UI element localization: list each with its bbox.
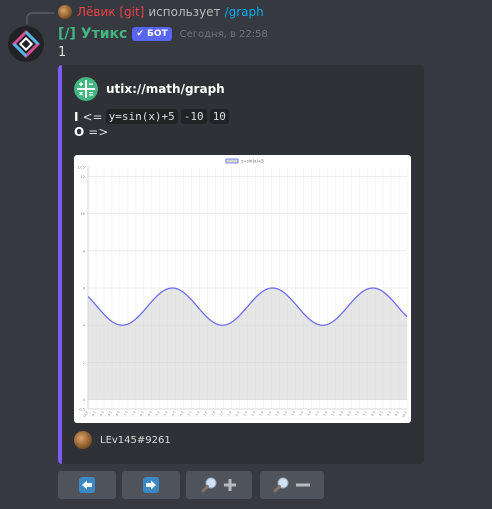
x-tick-label: 9.5: [394, 410, 400, 416]
x-tick-label: -6.0: [146, 410, 152, 417]
x-tick-label: 8.0: [370, 410, 376, 416]
output-arrow: =>: [88, 125, 109, 139]
input-arrow: <=: [82, 109, 103, 124]
x-tick-label: -6.5: [138, 410, 144, 417]
graph-chart: 024681012-0.512.5-10.0 -9.5 -9.0 -8.5 -8.0 -7…: [77, 158, 408, 419]
embed-author-name[interactable]: utix://math/graph: [106, 82, 225, 96]
x-tick-label: 5.5: [330, 410, 336, 416]
reply-text: использует: [148, 5, 221, 19]
input-xmin: -10: [180, 109, 207, 124]
reply-connector: [26, 12, 54, 24]
input-line: I <= y=sin(x)+5 -10 10: [74, 109, 229, 124]
message-timestamp: Сегодня, в 22:58: [179, 28, 268, 40]
x-tick-label: -10.0: [82, 410, 89, 419]
x-tick-label: 9.0: [386, 410, 392, 416]
input-xmax: 10: [209, 109, 229, 124]
zoom-out-button[interactable]: [260, 471, 324, 499]
arrow-right-icon: [143, 477, 159, 493]
y-tick-label: 4: [83, 324, 86, 328]
x-tick-label: 1.0: [258, 410, 264, 416]
x-tick-label: -4.5: [170, 410, 176, 417]
x-tick-label: 2.5: [282, 410, 288, 416]
input-label: I: [74, 109, 79, 124]
y-tick-label: 12: [81, 175, 85, 179]
y-tick-label: 0: [83, 398, 85, 402]
x-tick-label: 6.5: [346, 410, 352, 416]
x-tick-label: -9.0: [98, 410, 104, 417]
x-tick-label: -2.5: [202, 410, 208, 417]
y-tick-label: 12.5: [77, 166, 85, 170]
x-tick-label: -0.5: [234, 410, 240, 417]
footer-avatar: [74, 431, 92, 449]
reply-avatar[interactable]: [58, 5, 72, 19]
plus-icon: [224, 479, 236, 491]
y-tick-label: -0.5: [78, 408, 85, 412]
x-tick-label: 1.5: [266, 410, 272, 416]
x-tick-label: 10.0: [401, 410, 408, 418]
zoom-in-button[interactable]: [186, 471, 252, 499]
x-tick-label: 2.0: [274, 410, 280, 416]
embed: utix://math/graph I <= y=sin(x)+5 -10 10…: [58, 65, 424, 464]
output-line: O =>: [74, 125, 108, 139]
minus-icon: [296, 483, 310, 487]
message-content: 1: [58, 45, 67, 60]
x-tick-label: -3.5: [186, 410, 192, 417]
x-tick-label: -7.0: [130, 410, 136, 417]
y-tick-label: 6: [83, 287, 85, 291]
x-tick-label: -3.0: [194, 410, 200, 417]
input-expression: y=sin(x)+5: [105, 109, 178, 124]
x-tick-label: -5.5: [154, 410, 160, 417]
x-tick-label: 4.0: [306, 410, 312, 416]
x-tick-label: -5.0: [162, 410, 168, 417]
reply-author[interactable]: Лёвик [git]: [77, 5, 144, 19]
magnifier-icon: [201, 477, 217, 493]
next-page-button[interactable]: [122, 471, 180, 499]
footer-text: LEv145#9261: [100, 434, 171, 446]
legend-swatch: [225, 158, 239, 164]
prev-page-button[interactable]: [58, 471, 116, 499]
calculator-icon: [74, 77, 98, 101]
bot-badge: ✔ БОТ: [132, 27, 172, 41]
embed-footer: LEv145#9261: [74, 431, 171, 449]
x-tick-label: 7.5: [362, 410, 368, 416]
x-tick-label: 0.0: [243, 410, 249, 416]
x-tick-label: -4.0: [178, 410, 184, 417]
x-tick-label: -7.5: [122, 410, 128, 417]
graph-image[interactable]: 0 2 4 6 8 10 12 -0.5 12.5 -10.0 -9.5 -9.0 -8.5 -8.0 -7…: [74, 155, 411, 423]
output-label: O: [74, 125, 85, 139]
utix-logo-icon: [11, 29, 41, 59]
y-tick-label: 8: [83, 249, 85, 253]
x-tick-label: 3.5: [298, 410, 304, 416]
reply-command[interactable]: /graph: [225, 5, 264, 19]
x-tick-label: -9.5: [90, 410, 96, 417]
arrow-left-icon: [79, 477, 95, 493]
x-tick-label: -1.0: [226, 410, 232, 417]
x-tick-label: 8.5: [378, 410, 384, 416]
x-tick-label: 6.0: [338, 410, 344, 416]
embed-author: utix://math/graph: [74, 77, 225, 101]
legend-label: y=sin(x)+5: [241, 159, 264, 164]
x-tick-label: -1.5: [218, 410, 224, 417]
x-tick-label: 5.0: [322, 410, 328, 416]
x-tick-label: 0.5: [250, 410, 256, 416]
x-tick-label: -2.0: [210, 410, 216, 417]
x-tick-label: 7.0: [354, 410, 360, 416]
x-tick-label: -8.0: [114, 410, 120, 417]
x-tick-label: 4.5: [314, 410, 320, 416]
y-tick-label: 2: [83, 361, 85, 365]
magnifier-icon: [273, 477, 289, 493]
x-tick-label: 3.0: [290, 410, 296, 416]
bot-avatar[interactable]: [8, 26, 44, 62]
x-tick-label: -8.5: [106, 410, 112, 417]
message-header: [/] Утикс ✔ БОТ Сегодня, в 22:58: [58, 25, 268, 43]
bot-username[interactable]: [/] Утикс: [58, 26, 127, 42]
y-tick-label: 10: [81, 212, 85, 216]
reply-preview[interactable]: Лёвик [git] использует /graph: [58, 4, 264, 20]
